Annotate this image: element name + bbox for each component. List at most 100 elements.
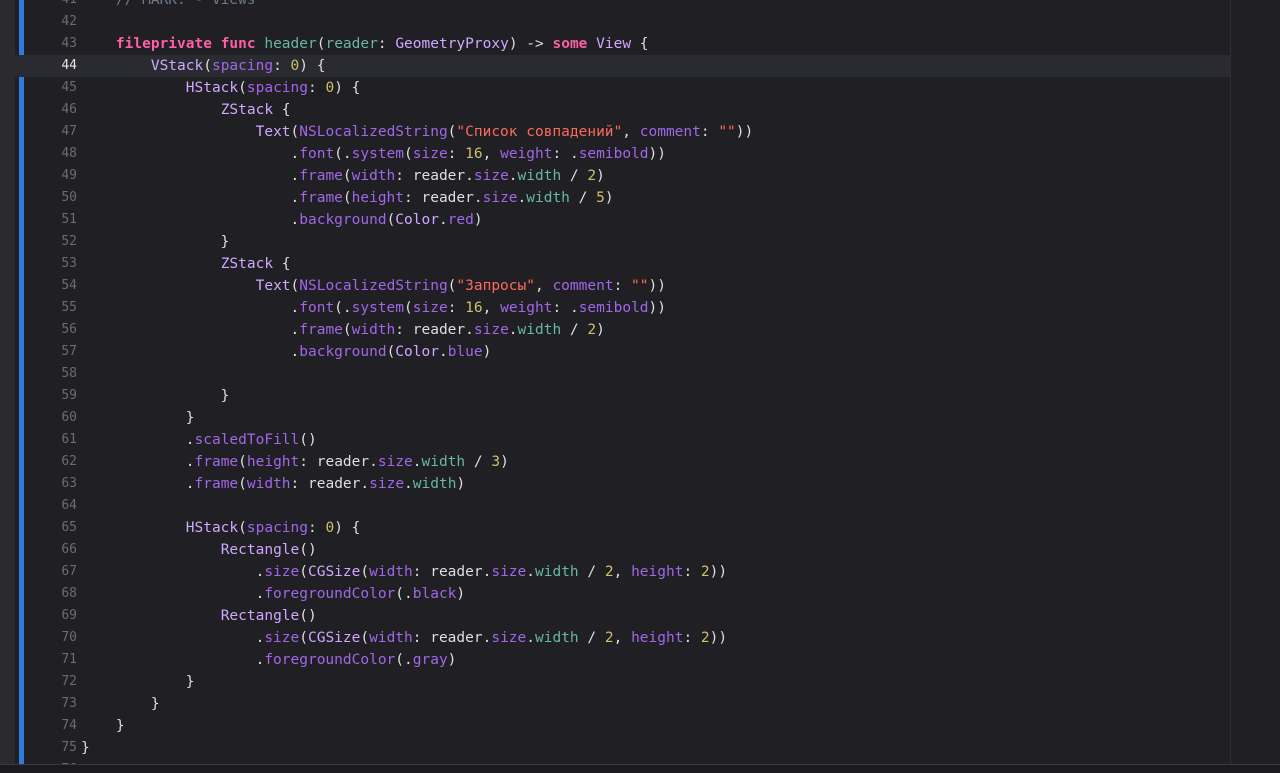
- code-text[interactable]: ZStack {: [81, 99, 291, 121]
- code-text[interactable]: .size(CGSize(width: reader.size.width / …: [81, 561, 728, 583]
- code-line[interactable]: 53 ZStack {: [15, 253, 1231, 275]
- code-line[interactable]: 67 .size(CGSize(width: reader.size.width…: [15, 561, 1231, 583]
- line-number[interactable]: 55: [29, 297, 77, 319]
- line-number[interactable]: 61: [29, 429, 77, 451]
- code-text[interactable]: }: [81, 693, 160, 715]
- line-number[interactable]: 44: [29, 55, 77, 77]
- code-text[interactable]: HStack(spacing: 0) {: [81, 77, 361, 99]
- code-line[interactable]: 43 fileprivate func header(reader: Geome…: [15, 33, 1231, 55]
- line-number[interactable]: 65: [29, 517, 77, 539]
- code-line[interactable]: 57 .background(Color.blue): [15, 341, 1231, 363]
- line-number[interactable]: 48: [29, 143, 77, 165]
- code-text[interactable]: .background(Color.blue): [81, 341, 492, 363]
- line-number[interactable]: 56: [29, 319, 77, 341]
- code-line[interactable]: 47 Text(NSLocalizedString("Список совпад…: [15, 121, 1231, 143]
- line-number[interactable]: 59: [29, 385, 77, 407]
- code-text[interactable]: ZStack {: [81, 253, 291, 275]
- code-line[interactable]: 50 .frame(height: reader.size.width / 5): [15, 187, 1231, 209]
- line-number[interactable]: 63: [29, 473, 77, 495]
- code-text[interactable]: .foregroundColor(.black): [81, 583, 466, 605]
- code-line[interactable]: 69 Rectangle(): [15, 605, 1231, 627]
- code-text[interactable]: fileprivate func header(reader: Geometry…: [81, 33, 649, 55]
- code-text[interactable]: Text(NSLocalizedString("Список совпадени…: [81, 121, 754, 143]
- line-number[interactable]: 73: [29, 693, 77, 715]
- line-number[interactable]: 71: [29, 649, 77, 671]
- code-line[interactable]: 54 Text(NSLocalizedString("Запросы", com…: [15, 275, 1231, 297]
- code-line[interactable]: 49 .frame(width: reader.size.width / 2): [15, 165, 1231, 187]
- code-line[interactable]: 59 }: [15, 385, 1231, 407]
- line-number[interactable]: 68: [29, 583, 77, 605]
- code-line[interactable]: 72 }: [15, 671, 1231, 693]
- code-line[interactable]: 44 VStack(spacing: 0) {: [15, 55, 1231, 77]
- code-text[interactable]: .frame(height: reader.size.width / 5): [81, 187, 614, 209]
- code-line[interactable]: 48 .font(.system(size: 16, weight: .semi…: [15, 143, 1231, 165]
- code-line[interactable]: 41 // MARK: - Views: [15, 0, 1231, 11]
- code-text[interactable]: .frame(width: reader.size.width / 2): [81, 165, 605, 187]
- line-number[interactable]: 72: [29, 671, 77, 693]
- code-line[interactable]: 62 .frame(height: reader.size.width / 3): [15, 451, 1231, 473]
- code-text[interactable]: .scaledToFill(): [81, 429, 317, 451]
- line-number[interactable]: 54: [29, 275, 77, 297]
- code-text[interactable]: .frame(width: reader.size.width / 2): [81, 319, 605, 341]
- code-line[interactable]: 51 .background(Color.red): [15, 209, 1231, 231]
- code-text[interactable]: .size(CGSize(width: reader.size.width / …: [81, 627, 728, 649]
- code-text[interactable]: }: [81, 737, 90, 759]
- line-number[interactable]: 75: [29, 737, 77, 759]
- line-number[interactable]: 64: [29, 495, 77, 517]
- code-text[interactable]: VStack(spacing: 0) {: [81, 55, 326, 77]
- line-number[interactable]: 58: [29, 363, 77, 385]
- line-number[interactable]: 46: [29, 99, 77, 121]
- code-text[interactable]: }: [81, 715, 125, 737]
- code-line[interactable]: 73 }: [15, 693, 1231, 715]
- code-line[interactable]: 55 .font(.system(size: 16, weight: .semi…: [15, 297, 1231, 319]
- code-text[interactable]: .background(Color.red): [81, 209, 483, 231]
- code-line[interactable]: 70 .size(CGSize(width: reader.size.width…: [15, 627, 1231, 649]
- code-text[interactable]: HStack(spacing: 0) {: [81, 517, 361, 539]
- code-line[interactable]: 63 .frame(width: reader.size.width): [15, 473, 1231, 495]
- code-line[interactable]: 60 }: [15, 407, 1231, 429]
- line-number[interactable]: 45: [29, 77, 77, 99]
- code-text[interactable]: .frame(width: reader.size.width): [81, 473, 465, 495]
- line-number[interactable]: 67: [29, 561, 77, 583]
- line-number[interactable]: 47: [29, 121, 77, 143]
- code-text[interactable]: Text(NSLocalizedString("Запросы", commen…: [81, 275, 666, 297]
- minimap[interactable]: [1230, 0, 1280, 765]
- code-text[interactable]: Rectangle(): [81, 605, 317, 627]
- line-number[interactable]: 57: [29, 341, 77, 363]
- line-number[interactable]: 66: [29, 539, 77, 561]
- code-lines[interactable]: 41 // MARK: - Views4243 fileprivate func…: [15, 0, 1231, 765]
- line-number[interactable]: 41: [29, 0, 77, 11]
- line-number[interactable]: 49: [29, 165, 77, 187]
- line-number[interactable]: 62: [29, 451, 77, 473]
- code-line[interactable]: 71 .foregroundColor(.gray): [15, 649, 1231, 671]
- line-number[interactable]: 70: [29, 627, 77, 649]
- code-text[interactable]: .foregroundColor(.gray): [81, 649, 457, 671]
- code-text[interactable]: }: [81, 671, 195, 693]
- line-number[interactable]: 43: [29, 33, 77, 55]
- code-line[interactable]: 61 .scaledToFill(): [15, 429, 1231, 451]
- code-line[interactable]: 65 HStack(spacing: 0) {: [15, 517, 1231, 539]
- line-number[interactable]: 42: [29, 11, 77, 33]
- code-text[interactable]: }: [81, 407, 195, 429]
- code-line[interactable]: 68 .foregroundColor(.black): [15, 583, 1231, 605]
- code-text[interactable]: Rectangle(): [81, 539, 317, 561]
- line-number[interactable]: 74: [29, 715, 77, 737]
- code-line[interactable]: 46 ZStack {: [15, 99, 1231, 121]
- line-number[interactable]: 60: [29, 407, 77, 429]
- line-number[interactable]: 50: [29, 187, 77, 209]
- source-editor[interactable]: 41 // MARK: - Views4243 fileprivate func…: [15, 0, 1280, 765]
- code-line[interactable]: 58: [15, 363, 1231, 385]
- line-number[interactable]: 69: [29, 605, 77, 627]
- code-text[interactable]: .font(.system(size: 16, weight: .semibol…: [81, 143, 667, 165]
- code-text[interactable]: .frame(height: reader.size.width / 3): [81, 451, 509, 473]
- code-text[interactable]: }: [81, 385, 230, 407]
- code-line[interactable]: 52 }: [15, 231, 1231, 253]
- code-text[interactable]: // MARK: - Views: [81, 0, 256, 11]
- code-line[interactable]: 42: [15, 11, 1231, 33]
- line-number[interactable]: 52: [29, 231, 77, 253]
- code-line[interactable]: 64: [15, 495, 1231, 517]
- code-line[interactable]: 45 HStack(spacing: 0) {: [15, 77, 1231, 99]
- code-line[interactable]: 75}: [15, 737, 1231, 759]
- line-number[interactable]: 51: [29, 209, 77, 231]
- code-text[interactable]: }: [81, 231, 230, 253]
